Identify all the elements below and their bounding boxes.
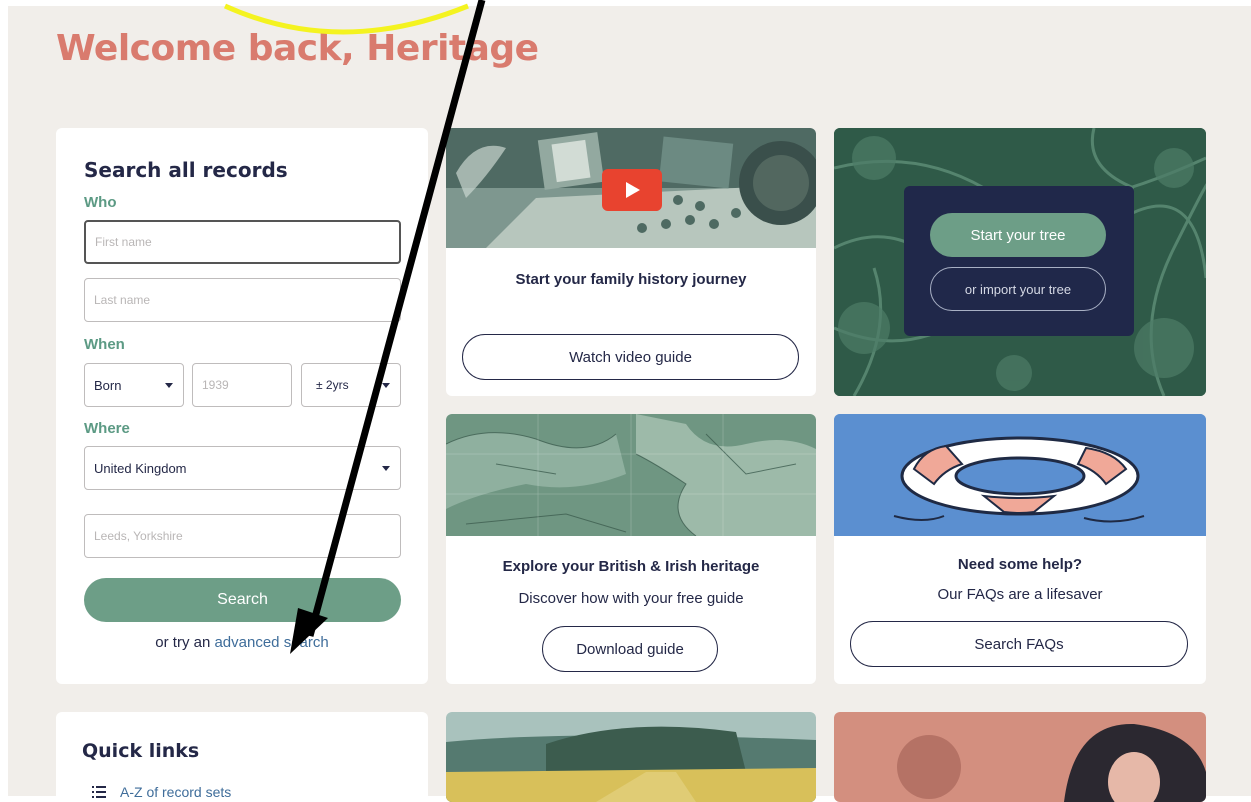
list-icon — [92, 786, 106, 798]
start-your-tree-button[interactable]: Start your tree — [930, 213, 1106, 257]
chevron-down-icon — [382, 466, 390, 471]
advanced-search-line: or try an advanced search — [56, 634, 428, 651]
year-placeholder: 1939 — [202, 378, 229, 392]
download-guide-button[interactable]: Download guide — [542, 626, 718, 672]
event-select[interactable]: Born — [84, 363, 184, 407]
quick-link-label: A-Z of record sets — [120, 784, 232, 800]
search-card-title: Search all records — [84, 158, 288, 182]
who-label: Who — [84, 194, 117, 211]
video-card-heading: Start your family history journey — [515, 271, 747, 288]
help-faq-card: Need some help? Our FAQs are a lifesaver… — [834, 414, 1206, 684]
where-label: Where — [84, 420, 130, 437]
chevron-down-icon — [165, 383, 173, 388]
page-title: Welcome back, Heritage — [56, 28, 539, 69]
quick-link-item[interactable]: A-Z of record sets — [92, 784, 231, 800]
quick-links-title: Quick links — [82, 740, 200, 762]
map-image — [446, 414, 816, 536]
people-photo — [834, 712, 1206, 802]
place-placeholder: Leeds, Yorkshire — [94, 529, 183, 543]
play-icon[interactable] — [602, 169, 662, 211]
chevron-down-icon — [382, 383, 390, 388]
coastline-photo-card[interactable] — [446, 712, 816, 802]
help-card-heading: Need some help? — [957, 556, 1083, 573]
advanced-search-link[interactable]: advanced search — [214, 634, 328, 651]
advanced-search-prefix: or try an — [155, 634, 215, 651]
coastline-photo — [446, 712, 816, 802]
event-select-value: Born — [94, 377, 122, 393]
country-select[interactable]: United Kingdom — [84, 446, 401, 490]
when-label: When — [84, 336, 125, 353]
watch-video-guide-button[interactable]: Watch video guide — [462, 334, 799, 380]
country-select-value: United Kingdom — [94, 460, 187, 476]
first-name-input[interactable]: First name — [84, 220, 401, 264]
last-name-placeholder: Last name — [94, 293, 151, 307]
year-input[interactable]: 1939 — [192, 363, 292, 407]
place-input[interactable]: Leeds, Yorkshire — [84, 514, 401, 558]
tree-action-panel: Start your tree or import your tree — [904, 186, 1134, 336]
last-name-input[interactable]: Last name — [84, 278, 401, 322]
map-card-heading: Explore your British & Irish heritage — [502, 558, 760, 575]
search-records-card: Search all records Who First name Last n… — [56, 128, 428, 684]
people-photo-card[interactable] — [834, 712, 1206, 802]
lifebuoy-image — [834, 414, 1206, 536]
map-card-subtext: Discover how with your free guide — [518, 590, 744, 607]
help-card-subtext: Our FAQs are a lifesaver — [937, 586, 1103, 603]
year-range-value: ± 2yrs — [316, 378, 349, 392]
heritage-guide-card: Explore your British & Irish heritage Di… — [446, 414, 816, 684]
lifebuoy-illustration — [834, 414, 1206, 536]
map-illustration — [446, 414, 816, 536]
video-guide-card: Start your family history journey Watch … — [446, 128, 816, 396]
import-tree-button[interactable]: or import your tree — [930, 267, 1106, 311]
start-tree-card: Start your tree or import your tree — [834, 128, 1206, 396]
video-thumbnail[interactable] — [446, 128, 816, 248]
search-faqs-button[interactable]: Search FAQs — [850, 621, 1188, 667]
year-range-select[interactable]: ± 2yrs — [301, 363, 401, 407]
first-name-placeholder: First name — [95, 235, 152, 249]
quick-links-card: Quick links A-Z of record sets — [56, 712, 428, 802]
search-button[interactable]: Search — [84, 578, 401, 622]
